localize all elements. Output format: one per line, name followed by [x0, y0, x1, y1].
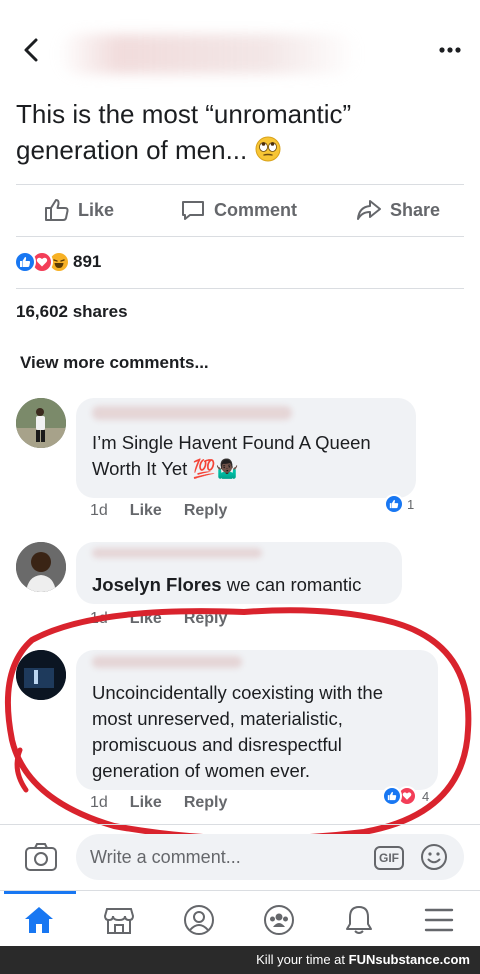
share-label: Share	[390, 199, 441, 220]
comment-time: 1d	[90, 502, 108, 519]
comment-reply-button[interactable]: Reply	[184, 502, 228, 520]
comment-label: Comment	[214, 199, 298, 220]
top-bar	[0, 30, 480, 74]
divider	[16, 184, 464, 185]
comment-bubble: Joselyn Flores we can romantic	[76, 542, 402, 604]
profile-icon[interactable]	[182, 903, 216, 937]
post-body: This is the most “unromantic” generation…	[16, 99, 352, 165]
home-icon[interactable]	[22, 903, 56, 937]
post-text: This is the most “unromantic” generation…	[16, 96, 456, 168]
comment-reaction-count: 1	[407, 496, 415, 512]
reaction-count: 891	[73, 252, 102, 271]
reaction-summary[interactable]: 891	[14, 248, 101, 276]
comment-button[interactable]: Comment	[180, 196, 297, 224]
avatar[interactable]	[16, 398, 66, 448]
post-actions: Like Comment Share	[0, 186, 480, 234]
comment-line: Worth It Yet 💯🤷🏿‍♂️	[92, 458, 239, 479]
gif-button[interactable]: GIF	[374, 846, 404, 870]
mention-link[interactable]: Joselyn Flores	[92, 574, 222, 595]
comment-line: I’m Single Havent Found A Queen	[92, 432, 371, 453]
comment-input-placeholder: Write a comment...	[90, 847, 241, 867]
eye-roll-emoji-icon	[255, 135, 281, 162]
share-arrow-icon	[357, 200, 381, 220]
view-more-comments-link[interactable]: View more comments...	[20, 353, 209, 373]
watermark-footer: Kill your time at FUNsubstance.com	[0, 946, 480, 974]
comment-reactions[interactable]: 1	[384, 494, 414, 514]
marketplace-icon[interactable]	[102, 903, 136, 937]
comment-icon	[182, 201, 204, 220]
comment-input[interactable]: Write a comment... GIF	[76, 834, 464, 880]
like-button[interactable]: Like	[44, 196, 114, 224]
comment-meta: 1d Like Reply	[90, 502, 249, 520]
avatar[interactable]	[16, 542, 66, 592]
watermark-prefix: Kill your time at	[256, 952, 349, 967]
comment-bubble: I’m Single Havent Found A Queen Worth It…	[76, 398, 416, 498]
divider	[0, 824, 480, 825]
share-button[interactable]: Share	[356, 196, 440, 224]
comment-line: we can romantic	[221, 574, 362, 595]
bottom-tab-bar	[0, 890, 480, 946]
comment-text: Joselyn Flores we can romantic	[92, 572, 361, 598]
blurred-commenter-name	[92, 406, 292, 420]
comment-like-button[interactable]: Like	[130, 502, 162, 520]
shares-count[interactable]: 16,602 shares	[16, 302, 128, 322]
groups-icon[interactable]	[262, 903, 296, 937]
camera-icon[interactable]	[24, 842, 58, 877]
like-reaction-icon	[382, 786, 402, 806]
active-tab-indicator	[4, 891, 76, 894]
gif-label: GIF	[379, 851, 399, 865]
emoji-icon[interactable]	[420, 843, 448, 876]
divider	[16, 288, 464, 289]
like-label: Like	[78, 199, 115, 220]
watermark-text: Kill your time at FUNsubstance.com	[256, 952, 470, 967]
divider	[16, 236, 464, 237]
blurred-poster-name	[58, 34, 358, 74]
thumbs-up-icon	[45, 199, 69, 221]
notifications-icon[interactable]	[342, 903, 376, 937]
like-reaction-icon	[14, 251, 36, 273]
comment-text: I’m Single Havent Found A Queen Worth It…	[92, 430, 371, 482]
watermark-brand: FUNsubstance.com	[348, 952, 470, 967]
blurred-commenter-name	[92, 548, 262, 558]
menu-icon[interactable]	[422, 903, 456, 937]
back-icon[interactable]	[20, 36, 44, 64]
like-reaction-icon	[384, 494, 404, 514]
comment-composer: Write a comment... GIF	[0, 828, 480, 886]
more-options-icon[interactable]	[438, 38, 462, 62]
